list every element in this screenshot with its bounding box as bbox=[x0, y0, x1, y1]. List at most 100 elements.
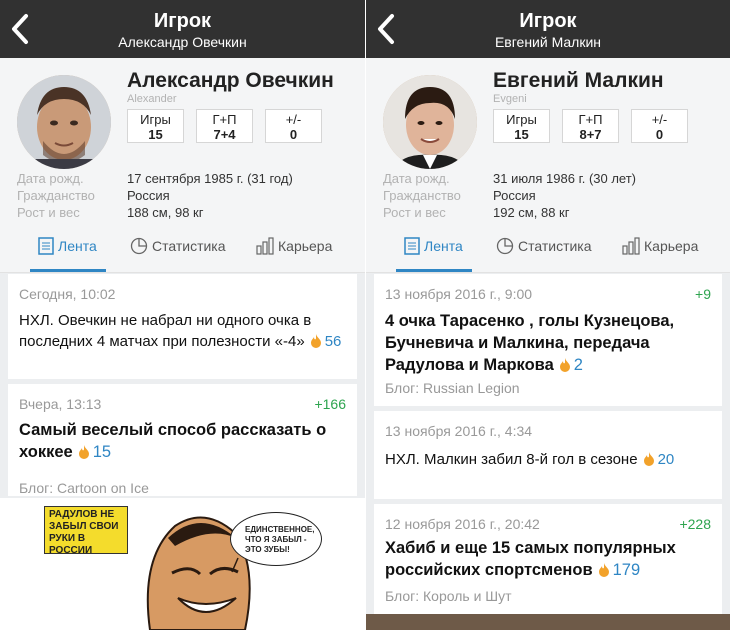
news-feed: 13 ноября 2016 г., 9:00 +9 4 очка Тарасе… bbox=[374, 274, 722, 630]
tab-label: Статистика bbox=[518, 238, 592, 254]
stat-games: Игры 15 bbox=[493, 109, 550, 143]
reaction-count: 179 bbox=[612, 561, 641, 579]
tab-label: Лента bbox=[424, 238, 463, 254]
reaction-count: 15 bbox=[92, 443, 112, 461]
feed-item-title-text: 4 очка Тарасенко , голы Кузнецова, Бучне… bbox=[385, 312, 675, 374]
info-value: 17 сентября 1985 г. (31 год) bbox=[127, 171, 293, 186]
info-label: Дата рожд. bbox=[17, 171, 84, 186]
nav-title: Игрок bbox=[153, 10, 212, 32]
feed-item-blog: Блог: Russian Legion bbox=[385, 380, 520, 396]
tab-label: Карьера bbox=[278, 238, 333, 254]
active-tab-indicator bbox=[396, 269, 472, 272]
stat-label: Игры bbox=[506, 112, 537, 127]
active-tab-indicator bbox=[30, 269, 106, 272]
reaction-count: 20 bbox=[657, 451, 675, 468]
feed-item-title: Хабиб и еще 15 самых популярных российск… bbox=[385, 537, 711, 581]
tab-career[interactable]: Карьера bbox=[256, 237, 332, 255]
tab-feed[interactable]: Лента bbox=[38, 237, 97, 255]
stat-label: Г+П bbox=[578, 112, 603, 127]
feed-icon bbox=[404, 237, 420, 255]
player-info: Дата рожд. 31 июля 1986 г. (30 лет) Граж… bbox=[383, 170, 713, 221]
rating-delta: +228 bbox=[679, 516, 711, 532]
stat-label: Г+П bbox=[212, 112, 237, 127]
reaction-count: 56 bbox=[324, 333, 342, 350]
navbar: Игрок Александр Овечкин bbox=[0, 0, 365, 58]
player-name: Александр Овечкин bbox=[127, 69, 334, 92]
feed-item[interactable]: Вчера, 13:13 +166 Самый веселый способ р… bbox=[8, 384, 357, 496]
info-row-birthdate: Дата рожд. 31 июля 1986 г. (30 лет) bbox=[383, 170, 713, 187]
tab-label: Карьера bbox=[644, 238, 699, 254]
tab-career[interactable]: Карьера bbox=[622, 237, 698, 255]
fire-icon bbox=[598, 563, 609, 577]
rating-delta: +9 bbox=[695, 286, 711, 302]
stat-value: 8+7 bbox=[579, 127, 602, 142]
player-header: Александр Овечкин Alexander Игры 15 Г+П … bbox=[0, 58, 365, 223]
stat-value: 15 bbox=[514, 127, 529, 142]
info-label: Рост и вес bbox=[383, 205, 446, 220]
fire-icon bbox=[310, 334, 321, 348]
nav-subtitle: Евгений Малкин bbox=[494, 34, 602, 50]
feed-item[interactable]: 12 ноября 2016 г., 20:42 +228 Хабиб и ещ… bbox=[374, 504, 722, 614]
feed-item-blog: Блог: Cartoon on Ice bbox=[19, 480, 149, 496]
tab-feed[interactable]: Лента bbox=[404, 237, 463, 255]
comic-image: РАДУЛОВ НЕ ЗАБЫЛ СВОИ РУКИ В РОССИИ ЕДИН… bbox=[0, 498, 365, 630]
feed-icon bbox=[38, 237, 54, 255]
info-value: Россия bbox=[127, 188, 170, 203]
player-latin-name: Evgeni bbox=[493, 93, 527, 105]
info-row-citizenship: Гражданство Россия bbox=[17, 187, 347, 204]
player-header: Евгений Малкин Evgeni Игры 15 Г+П 8+7 +/… bbox=[366, 58, 730, 223]
info-row-birthdate: Дата рожд. 17 сентября 1985 г. (31 год) bbox=[17, 170, 347, 187]
stat-goals-assists: Г+П 8+7 bbox=[562, 109, 619, 143]
player-info: Дата рожд. 17 сентября 1985 г. (31 год) … bbox=[17, 170, 347, 221]
stat-value: 7+4 bbox=[213, 127, 236, 142]
feed-item[interactable]: 13 ноября 2016 г., 9:00 +9 4 очка Тарасе… bbox=[374, 274, 722, 406]
tab-label: Статистика bbox=[152, 238, 226, 254]
bar-chart-icon bbox=[256, 237, 274, 255]
info-value: 192 см, 88 кг bbox=[493, 205, 570, 220]
info-label: Гражданство bbox=[383, 188, 461, 203]
info-label: Дата рожд. bbox=[383, 171, 450, 186]
feed-item-date: 13 ноября 2016 г., 4:34 bbox=[385, 423, 533, 439]
feed-image-preview bbox=[366, 614, 730, 630]
info-row-height-weight: Рост и вес 192 см, 88 кг bbox=[383, 204, 713, 221]
bar-chart-icon bbox=[622, 237, 640, 255]
stat-value: 15 bbox=[148, 127, 163, 142]
feed-item-title-text: НХЛ. Овечкин не набрал ни одного очка в … bbox=[19, 312, 312, 350]
info-value: Россия bbox=[493, 188, 536, 203]
feed-item-title: НХЛ. Овечкин не набрал ни одного очка в … bbox=[19, 310, 346, 352]
pie-chart-icon bbox=[130, 237, 148, 255]
info-label: Рост и вес bbox=[17, 205, 80, 220]
info-value: 188 см, 98 кг bbox=[127, 205, 204, 220]
info-row-height-weight: Рост и вес 188 см, 98 кг bbox=[17, 204, 347, 221]
info-label: Гражданство bbox=[17, 188, 95, 203]
feed-item-date: Сегодня, 10:02 bbox=[19, 286, 116, 302]
feed-item[interactable]: Сегодня, 10:02 НХЛ. Овечкин не набрал ни… bbox=[8, 274, 357, 379]
feed-item-title-text: НХЛ. Малкин забил 8-й гол в сезоне bbox=[385, 451, 638, 468]
stat-label: +/- bbox=[285, 112, 302, 127]
reaction-count: 2 bbox=[573, 356, 583, 374]
feed-item-title: НХЛ. Малкин забил 8-й гол в сезоне 20 bbox=[385, 449, 711, 470]
comic-speech-bubble: ЕДИНСТВЕННОЕ, ЧТО Я ЗАБЫЛ - ЭТО ЗУБЫ! bbox=[230, 512, 322, 566]
avatar bbox=[383, 75, 477, 169]
feed-item-title-text: Самый веселый способ рассказать о хоккее bbox=[19, 421, 327, 461]
stat-goals-assists: Г+П 7+4 bbox=[196, 109, 253, 143]
nav-title: Игрок bbox=[519, 10, 577, 32]
stat-plus-minus: +/- 0 bbox=[265, 109, 322, 143]
feed-item-date: 13 ноября 2016 г., 9:00 bbox=[385, 286, 533, 302]
fire-icon bbox=[643, 452, 654, 466]
feed-item-title: 4 очка Тарасенко , голы Кузнецова, Бучне… bbox=[385, 310, 711, 376]
feed-item[interactable]: 13 ноября 2016 г., 4:34 НХЛ. Малкин заби… bbox=[374, 411, 722, 499]
avatar bbox=[17, 75, 111, 169]
fire-icon bbox=[78, 445, 89, 459]
comic-caption: РАДУЛОВ НЕ ЗАБЫЛ СВОИ РУКИ В РОССИИ bbox=[44, 506, 128, 556]
feed-item-date: Вчера, 13:13 bbox=[19, 396, 102, 412]
stat-value: 0 bbox=[289, 127, 298, 142]
feed-item-title: Самый веселый способ рассказать о хоккее… bbox=[19, 419, 346, 463]
player-screen-malkin: Игрок Евгений Малкин Евгений Малкин Evge… bbox=[366, 0, 730, 630]
feed-item-blog: Блог: Король и Шут bbox=[385, 588, 512, 604]
player-screen-ovechkin: Игрок Александр Овечкин Александр Овечки… bbox=[0, 0, 365, 630]
tab-statistics[interactable]: Статистика bbox=[130, 237, 226, 255]
info-row-citizenship: Гражданство Россия bbox=[383, 187, 713, 204]
player-name: Евгений Малкин bbox=[493, 69, 664, 92]
tab-statistics[interactable]: Статистика bbox=[496, 237, 592, 255]
